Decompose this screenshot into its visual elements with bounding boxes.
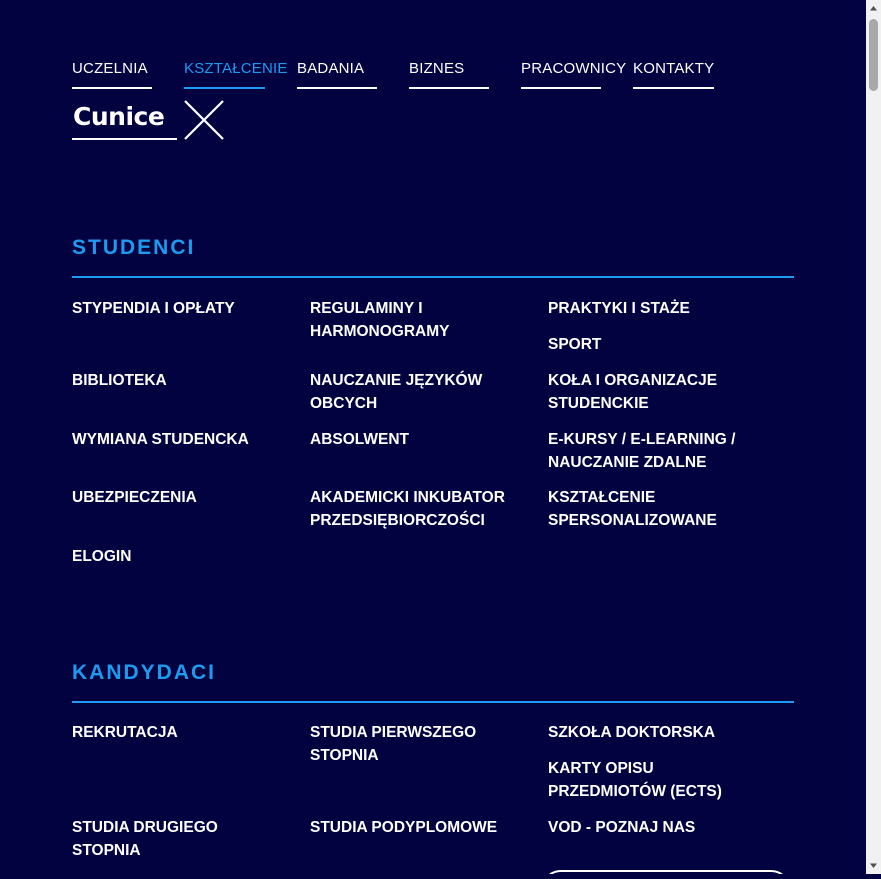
outline-button[interactable] [541,870,791,874]
link-studia-drugiego-stopnia[interactable]: STUDIA DRUGIEGO STOPNIA [72,816,247,862]
link-biblioteka[interactable]: BIBLIOTEKA [72,369,292,392]
scroll-down-arrow-icon[interactable] [866,857,881,874]
nav-item-badania[interactable]: BADANIA [297,60,377,89]
scrollbar-thumb[interactable] [869,19,878,91]
nav-item-kontakty[interactable]: KONTAKTY [633,60,714,89]
link-rekrutacja[interactable]: REKRUTACJA [72,721,292,744]
link-regulaminy[interactable]: REGULAMINY I HARMONOGRAMY [310,297,510,343]
section-title-studenci: STUDENCI [72,236,794,278]
section-title-kandydaci: KANDYDACI [72,661,794,703]
scrollbar[interactable] [866,0,881,874]
link-stypendia[interactable]: STYPENDIA I OPŁATY [72,297,292,320]
link-absolwent[interactable]: ABSOLWENT [310,428,530,451]
menu-overlay: UCZELNIA KSZTAŁCENIE BADANIA BIZNES PRAC… [0,0,866,874]
link-elogin[interactable]: ELOGIN [72,545,292,568]
link-inkubator[interactable]: AKADEMICKI INKUBATOR PRZEDSIĘBIORCZOŚCI [310,486,540,532]
nav-item-biznes[interactable]: BIZNES [409,60,489,89]
close-icon [184,100,224,140]
logo-link[interactable]: Cunice [72,100,177,140]
close-menu-button[interactable] [183,99,225,141]
link-wymiana[interactable]: WYMIANA STUDENCKA [72,428,292,451]
link-e-kursy[interactable]: E-KURSY / E-LEARNING / NAUCZANIE ZDALNE [548,428,773,474]
link-studia-podyplomowe[interactable]: STUDIA PODYPLOMOWE [310,816,530,839]
scroll-up-arrow-icon[interactable] [866,0,881,17]
link-praktyki[interactable]: PRAKTYKI I STAŻE [548,297,768,320]
nav-item-ksztalcenie[interactable]: KSZTAŁCENIE [184,60,287,89]
link-vod-poznaj-nas[interactable]: VOD - POZNAJ NAS [548,816,768,839]
link-kola-organizacje[interactable]: KOŁA I ORGANIZACJE STUDENCKIE [548,369,758,415]
link-sport[interactable]: SPORT [548,333,768,356]
link-jezyki-obce[interactable]: NAUCZANIE JĘZYKÓW OBCYCH [310,369,520,415]
link-szkola-doktorska[interactable]: SZKOŁA DOKTORSKA [548,721,768,744]
link-ubezpieczenia[interactable]: UBEZPIECZENIA [72,486,292,509]
link-karty-ects[interactable]: KARTY OPISU PRZEDMIOTÓW (ECTS) [548,757,748,803]
link-ksztalcenie-spersonalizowane[interactable]: KSZTAŁCENIE SPERSONALIZOWANE [548,486,748,532]
nav-item-pracownicy[interactable]: PRACOWNICY [521,60,626,89]
link-studia-pierwszego-stopnia[interactable]: STUDIA PIERWSZEGO STOPNIA [310,721,510,767]
nav-item-uczelnia[interactable]: UCZELNIA [72,60,152,89]
logo: Cunice [73,102,165,131]
